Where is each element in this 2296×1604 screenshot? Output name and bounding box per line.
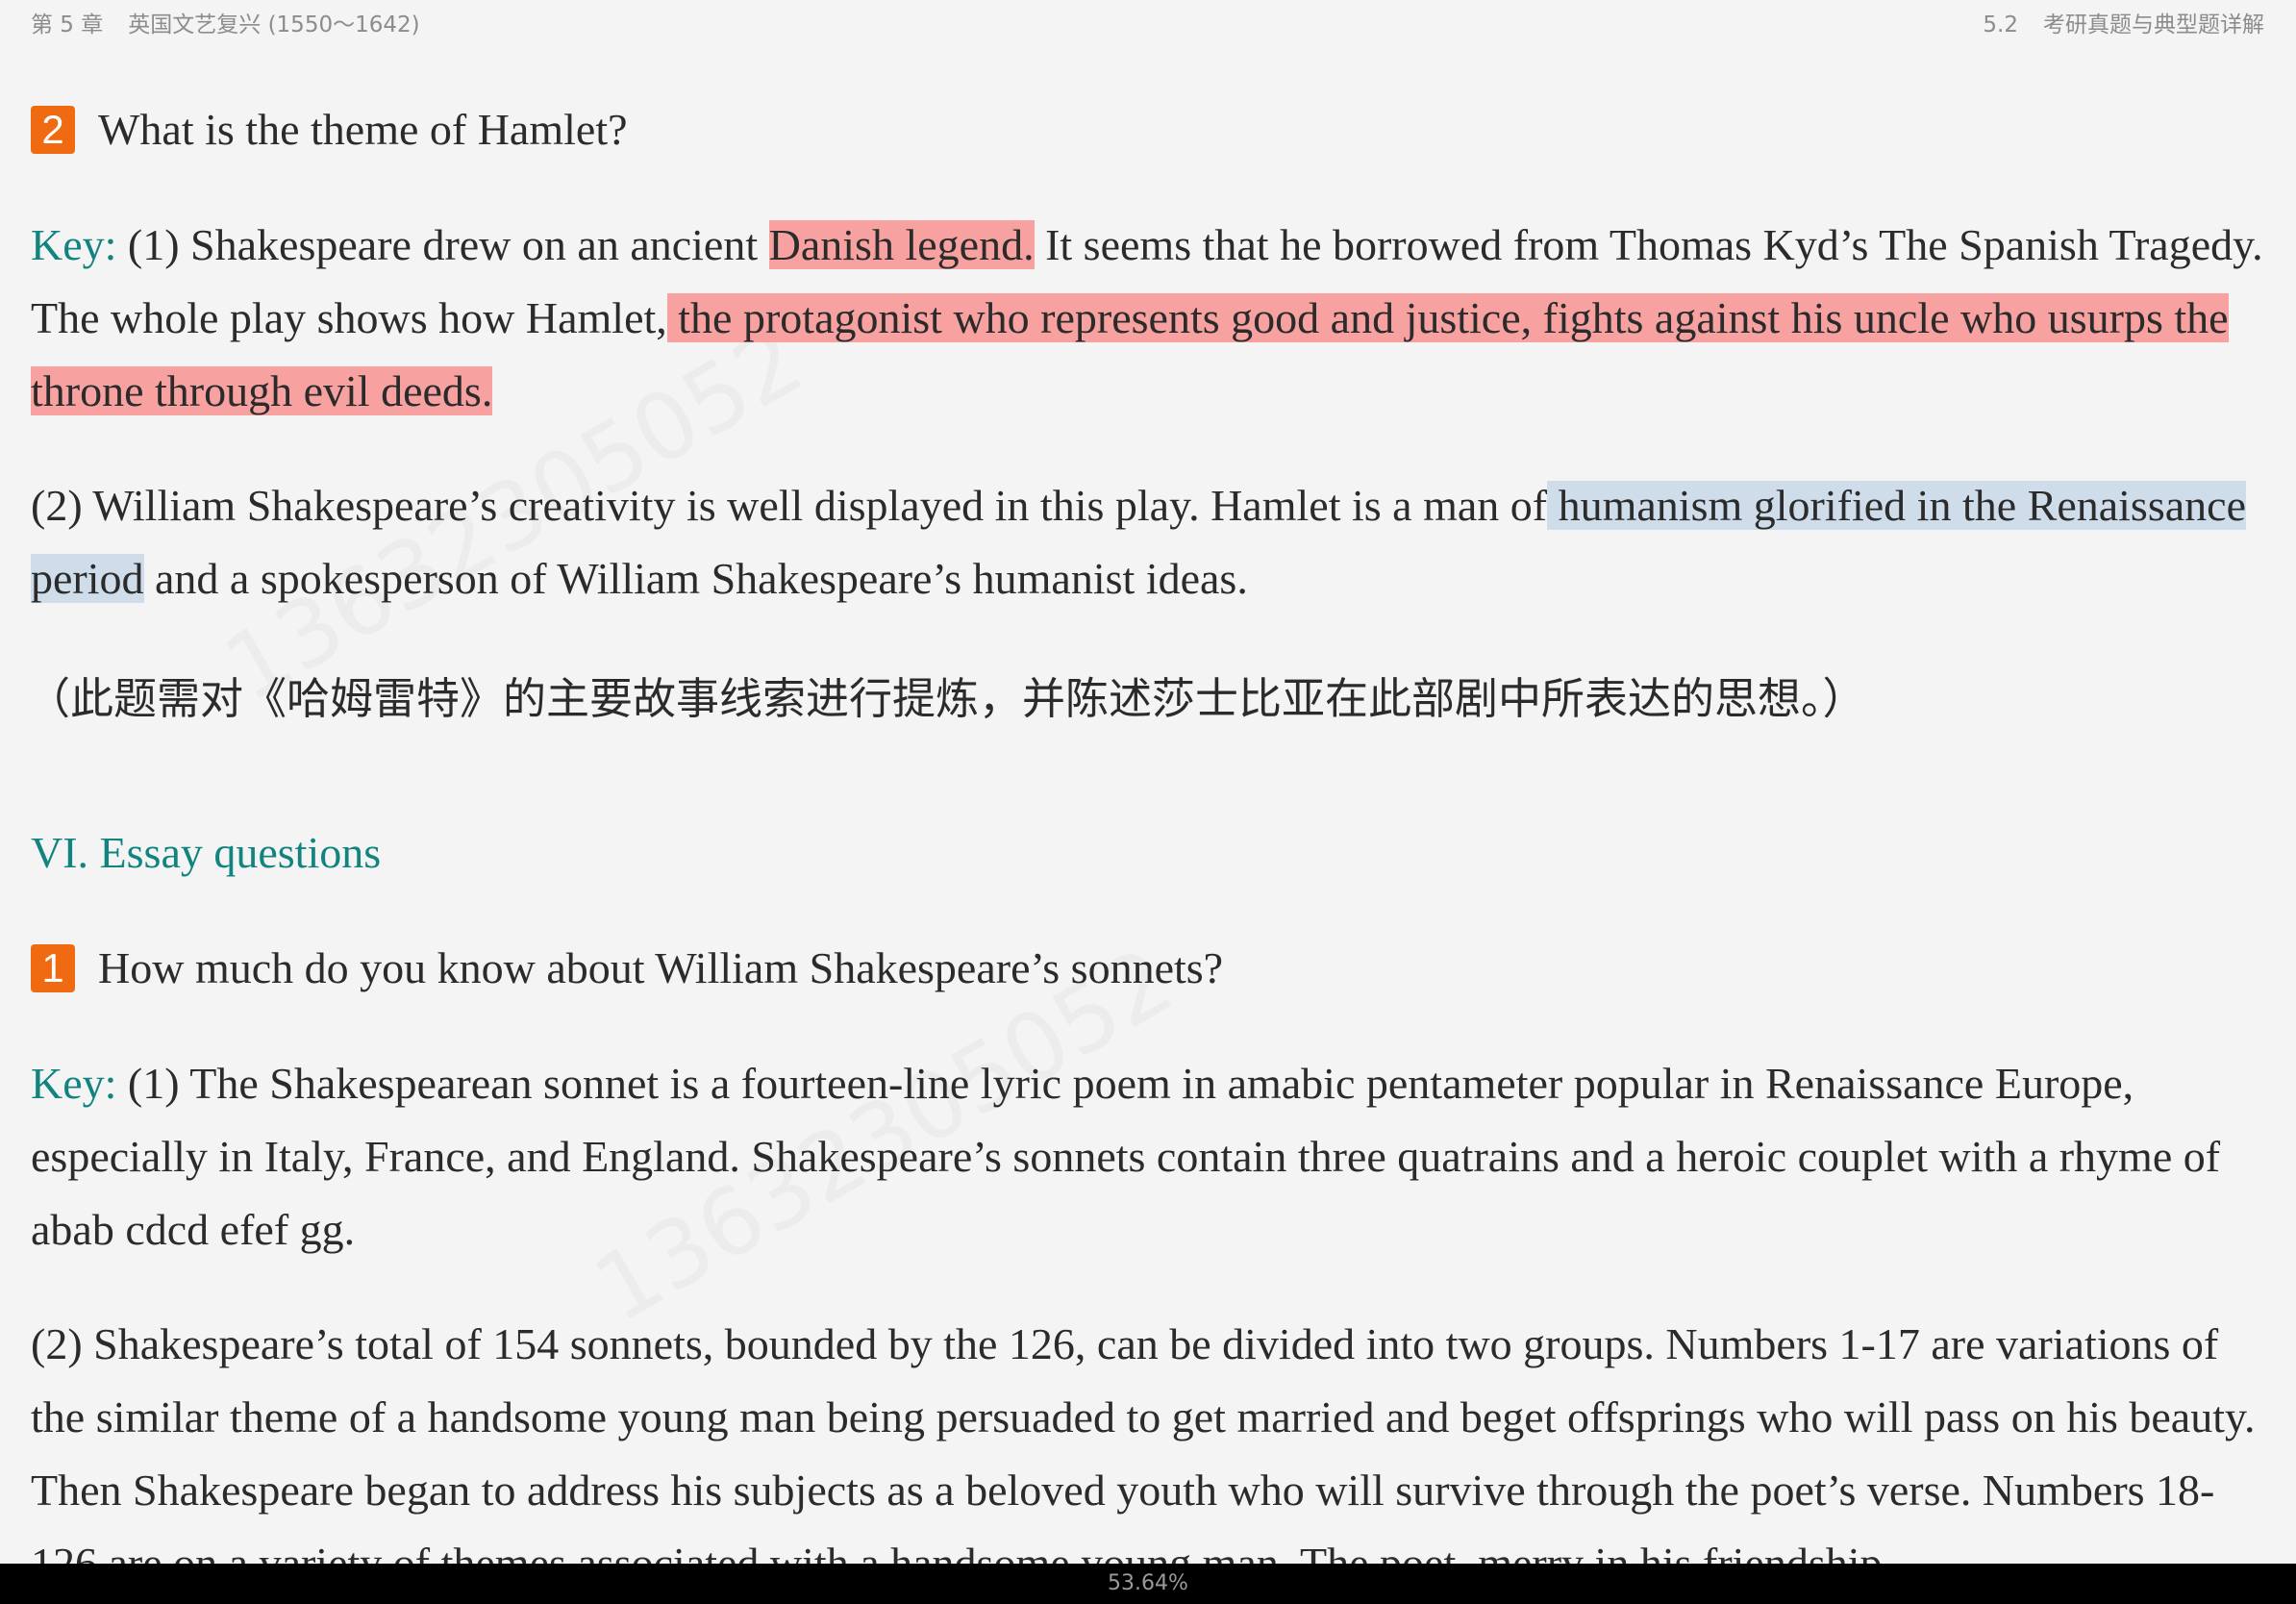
key-label: Key: <box>31 220 117 269</box>
section-title-header: 考研真题与典型题详解 <box>2043 13 2264 38</box>
q2-chinese-note: （此题需对《哈姆雷特》的主要故事线索进行提炼，并陈述莎士比亚在此部剧中所表达的思… <box>27 673 1866 724</box>
header-chapter: 第 5 章英国文艺复兴 (1550～1642) <box>31 6 420 38</box>
q2-answer-paragraph-1: Key: (1) Shakespeare drew on an ancient … <box>31 209 2271 428</box>
section-heading-essay-questions: VI. Essay questions <box>31 828 382 877</box>
q2-p2-text: (2) William Shakespeare’s creativity is … <box>31 481 1548 530</box>
q2-p2-text: and a spokesperson of William Shakespear… <box>143 554 1248 603</box>
document-page: 第 5 章英国文艺复兴 (1550～1642) 5.2 考研真题与典型题详解 13… <box>0 0 2296 1564</box>
question-number-badge: 2 <box>31 105 75 154</box>
chapter-title: 英国文艺复兴 (1550～1642) <box>128 13 420 38</box>
q1-answer-paragraph-2: (2) Shakespeare’s total of 154 sonnets, … <box>31 1319 2256 1564</box>
reading-progress-percent: 53.64% <box>1108 1571 1188 1595</box>
question-2-text: What is the theme of Hamlet? <box>98 105 628 154</box>
section-number: 5.2 <box>1983 13 2018 38</box>
q2-p1-text: (1) Shakespeare drew on an ancient <box>116 220 769 269</box>
q2-answer-paragraph-2: (2) William Shakespeare’s creativity is … <box>31 469 2271 615</box>
q1-p1-text: (1) The Shakespearean sonnet is a fourte… <box>31 1059 2221 1254</box>
question-number-badge: 1 <box>31 943 75 992</box>
q1-answer-paragraph-1: Key: (1) The Shakespearean sonnet is a f… <box>31 1047 2271 1266</box>
highlight-red[interactable]: Danish legend. <box>768 220 1035 269</box>
key-label: Key: <box>31 1059 117 1108</box>
chapter-number: 第 5 章 <box>31 13 104 38</box>
reading-progress-bar: 53.64% <box>0 1564 2296 1604</box>
question-1-heading: 1 How much do you know about William Sha… <box>31 942 1223 993</box>
question-2-heading: 2 What is the theme of Hamlet? <box>31 104 628 155</box>
running-header: 第 5 章英国文艺复兴 (1550～1642) 5.2 考研真题与典型题详解 <box>0 0 2296 38</box>
header-section: 5.2 考研真题与典型题详解 <box>1983 6 2264 38</box>
question-1-text: How much do you know about William Shake… <box>98 943 1224 992</box>
